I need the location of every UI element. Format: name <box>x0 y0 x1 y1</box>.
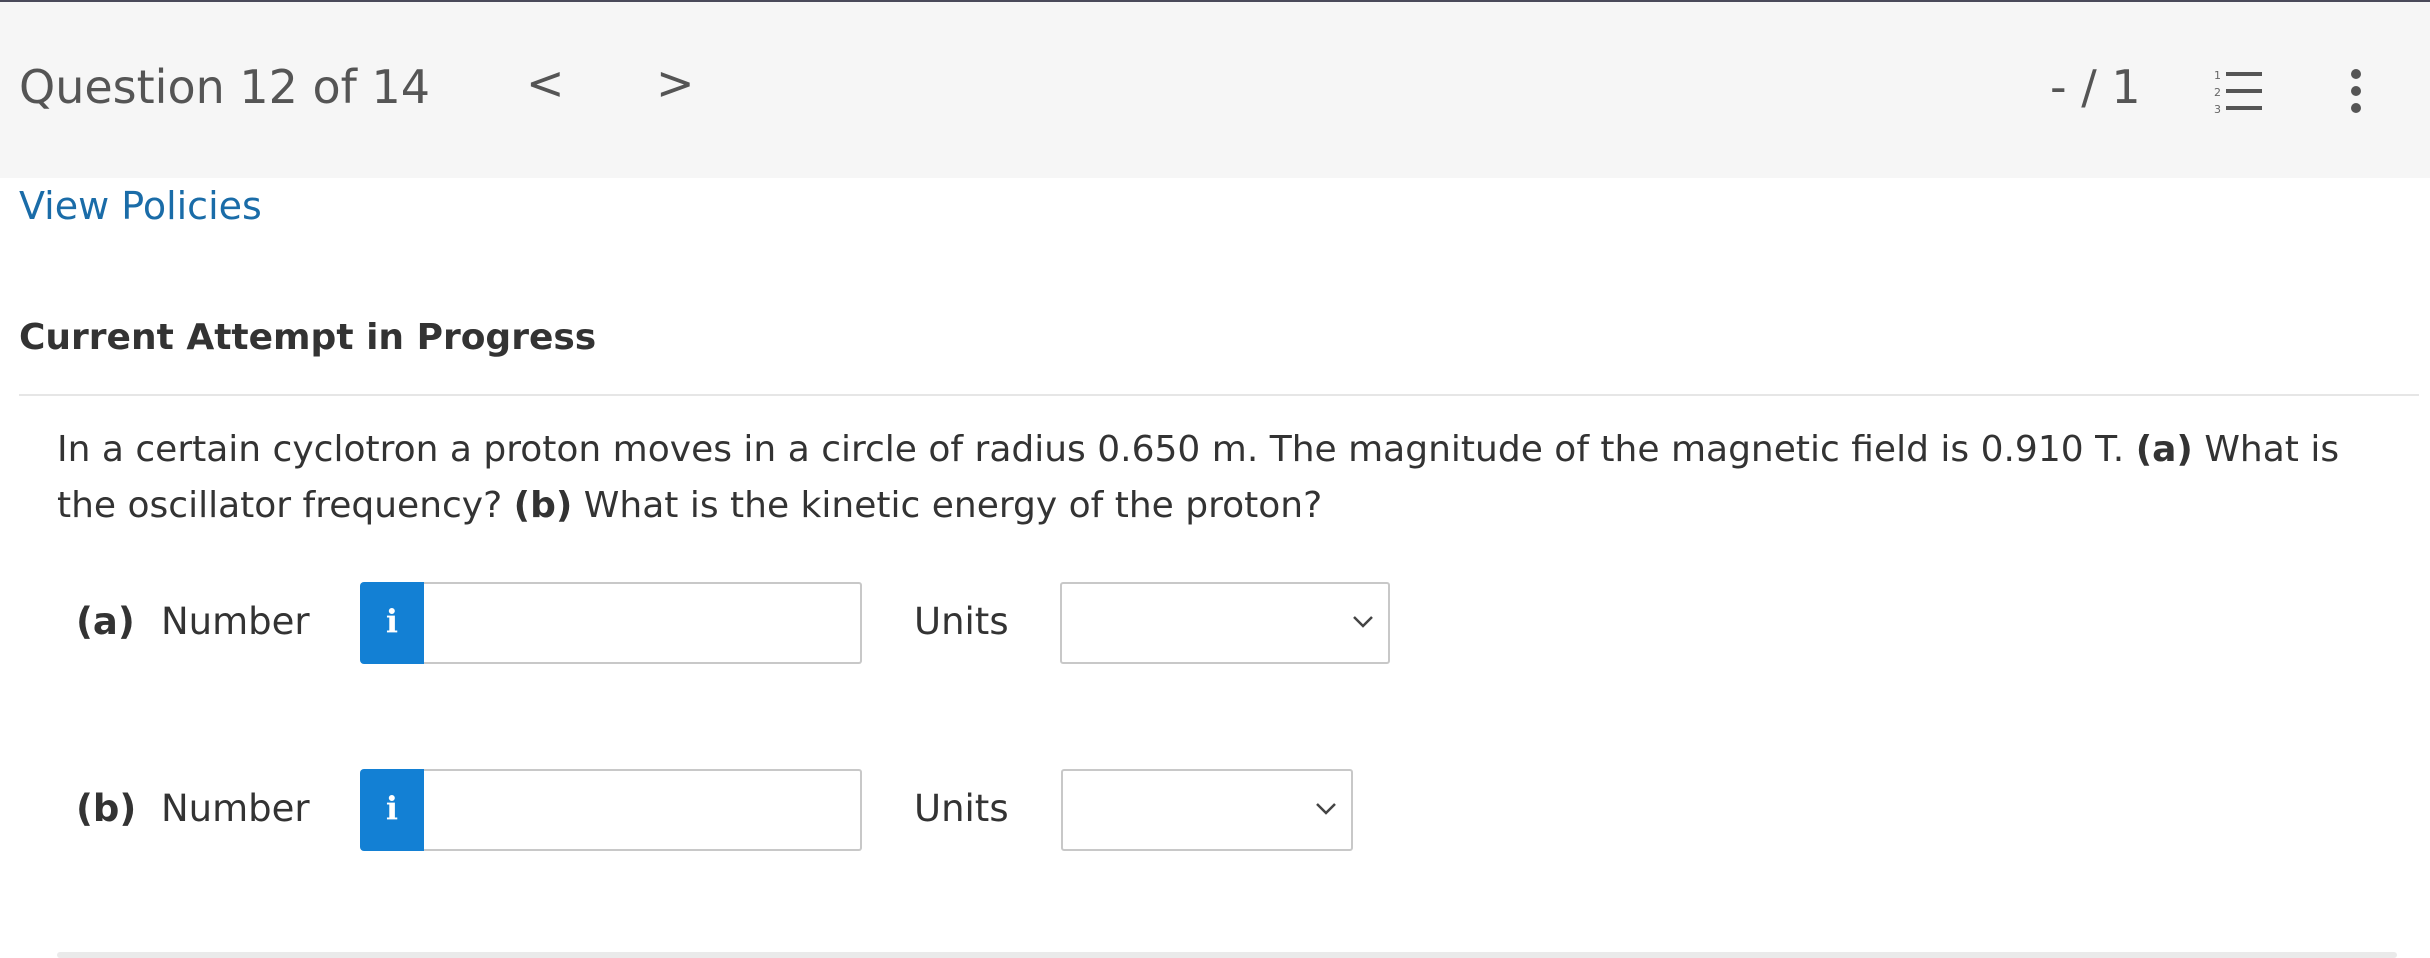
number-label: Number <box>161 787 310 830</box>
question-label-a: (a) <box>2135 429 2193 470</box>
units-label: Units <box>914 600 1009 643</box>
chevron-right-icon: > <box>656 56 695 110</box>
info-button[interactable]: i <box>360 582 424 664</box>
info-icon: i <box>385 602 399 640</box>
numbered-list-icon: 1 2 3 <box>2214 69 2262 116</box>
divider <box>19 394 2419 396</box>
section-bottom-border <box>57 952 2397 958</box>
info-button[interactable]: i <box>360 769 424 851</box>
number-input-b[interactable] <box>424 769 862 851</box>
score-display: - / 1 <box>2050 60 2141 114</box>
question-text-part1: In a certain cyclotron a proton moves in… <box>57 429 2136 470</box>
chevron-down-icon <box>1316 803 1336 815</box>
units-select-b[interactable] <box>1061 769 1353 851</box>
svg-text:2: 2 <box>2214 86 2221 99</box>
attempt-heading: Current Attempt in Progress <box>19 317 597 358</box>
info-icon: i <box>385 789 399 827</box>
more-vertical-icon <box>2351 69 2361 113</box>
answer-row-b: (b) Number i Units <box>19 769 2419 851</box>
question-text: In a certain cyclotron a proton moves in… <box>57 422 2397 534</box>
answer-row-a: (a) Number i Units <box>19 582 2419 664</box>
question-list-button[interactable]: 1 2 3 <box>2212 68 2262 116</box>
previous-question-button[interactable]: < <box>526 60 565 106</box>
svg-text:1: 1 <box>2214 69 2221 82</box>
question-content: View Policies Current Attempt in Progres… <box>19 178 2419 958</box>
part-label: (b) <box>76 787 137 830</box>
question-text-part3: What is the kinetic energy of the proton… <box>572 485 1323 526</box>
units-label: Units <box>914 787 1009 830</box>
view-policies-link[interactable]: View Policies <box>19 184 262 228</box>
question-label-b: (b) <box>513 485 573 526</box>
chevron-down-icon <box>1353 616 1373 628</box>
question-title: Question 12 of 14 <box>19 60 431 114</box>
more-options-button[interactable] <box>2346 68 2366 114</box>
part-label: (a) <box>76 600 135 643</box>
chevron-left-icon: < <box>526 56 565 110</box>
number-label: Number <box>161 600 310 643</box>
units-select-a[interactable] <box>1060 582 1390 664</box>
number-input-a[interactable] <box>424 582 862 664</box>
question-header: Question 12 of 14 < > - / 1 1 2 3 <box>0 2 2430 178</box>
svg-text:3: 3 <box>2214 103 2221 114</box>
next-question-button[interactable]: > <box>656 60 695 106</box>
